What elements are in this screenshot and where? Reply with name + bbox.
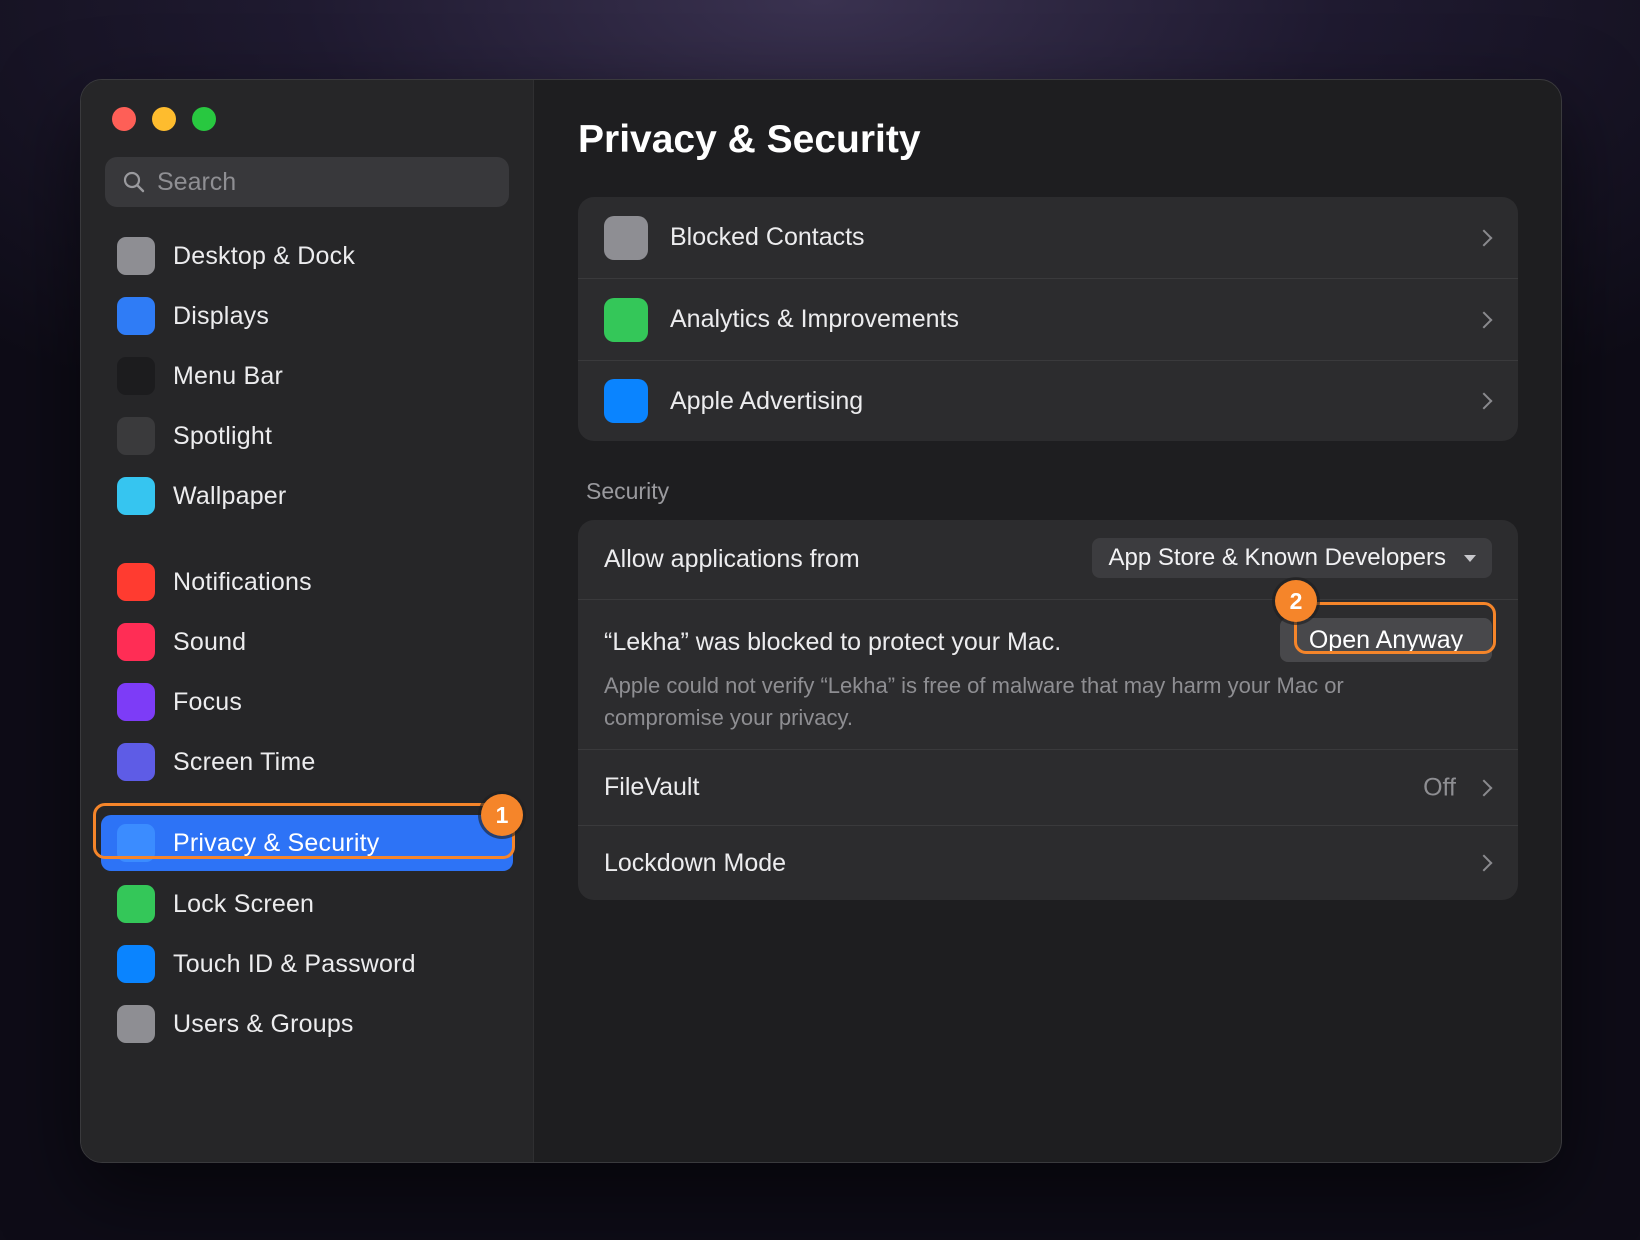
filevault-status: Off xyxy=(1423,773,1456,801)
open-anyway-button[interactable]: Open Anyway xyxy=(1280,618,1492,662)
privacy-security-icon xyxy=(117,824,155,862)
sidebar-item-menu-bar[interactable]: Menu Bar xyxy=(101,348,513,404)
sidebar-item-label: Sound xyxy=(173,627,247,656)
row-blocked-app: “Lekha” was blocked to protect your Mac.… xyxy=(578,580,1518,750)
sidebar-item-label: Spotlight xyxy=(173,421,273,450)
row-filevault[interactable]: FileVault Off xyxy=(578,750,1518,826)
sidebar-item-users-groups[interactable]: Users & Groups xyxy=(101,996,513,1052)
row-blocked-contacts[interactable]: Blocked Contacts xyxy=(578,197,1518,279)
sidebar-item-displays[interactable]: Displays xyxy=(101,288,513,344)
page-title: Privacy & Security xyxy=(578,118,921,161)
focus-icon xyxy=(117,683,155,721)
sidebar-item-label: Users & Groups xyxy=(173,1009,354,1038)
sidebar-item-focus[interactable]: Focus xyxy=(101,674,513,730)
sidebar-item-desktop-dock[interactable]: Desktop & Dock xyxy=(101,228,513,284)
row-label: Blocked Contacts xyxy=(670,223,865,251)
allow-applications-label: Allow applications from xyxy=(604,545,860,573)
sidebar-item-label: Notifications xyxy=(173,567,312,596)
allow-applications-popup[interactable]: App Store & Known Developers xyxy=(1092,538,1492,578)
sidebar-item-touch-id-password[interactable]: Touch ID & Password xyxy=(101,936,513,992)
blocked-app-description: Apple could not verify “Lekha” is free o… xyxy=(604,673,1344,730)
menu-bar-icon xyxy=(117,357,155,395)
lockdown-mode-label: Lockdown Mode xyxy=(604,848,787,877)
minimize-window-button[interactable] xyxy=(152,107,176,131)
popup-value: App Store & Known Developers xyxy=(1108,544,1446,571)
sidebar-item-label: Screen Time xyxy=(173,747,316,776)
chevron-right-icon xyxy=(1475,392,1493,410)
sidebar-item-label: Lock Screen xyxy=(173,889,315,918)
search-icon xyxy=(123,171,145,193)
desktop-dock-icon xyxy=(117,237,155,275)
sidebar-item-privacy-security[interactable]: Privacy & Security xyxy=(101,815,513,871)
search-placeholder: Search xyxy=(157,167,237,196)
sidebar-item-notifications[interactable]: Notifications xyxy=(101,554,513,610)
chevron-right-icon xyxy=(1475,779,1493,796)
sidebar-item-label: Touch ID & Password xyxy=(173,949,416,978)
row-lockdown-mode[interactable]: Lockdown Mode xyxy=(578,826,1518,900)
search-input[interactable]: Search xyxy=(105,157,509,207)
chevron-right-icon xyxy=(1475,854,1493,872)
users-groups-icon xyxy=(117,1005,155,1043)
chevron-right-icon xyxy=(1475,229,1493,246)
sidebar-item-label: Privacy & Security xyxy=(173,828,380,857)
zoom-window-button[interactable] xyxy=(192,107,216,131)
notifications-icon xyxy=(117,563,155,601)
spotlight-icon xyxy=(117,417,155,455)
row-analytics-improvements[interactable]: Analytics & Improvements xyxy=(578,279,1518,361)
sidebar-item-label: Wallpaper xyxy=(173,481,287,510)
sidebar-item-lock-screen[interactable]: Lock Screen xyxy=(101,876,513,932)
sidebar-item-sound[interactable]: Sound xyxy=(101,614,513,670)
blocked-contacts-icon xyxy=(604,215,648,260)
apple-advertising-icon xyxy=(604,379,648,423)
wallpaper-icon xyxy=(117,477,155,515)
security-card: Allow applications from App Store & Know… xyxy=(578,520,1518,900)
step-1-badge: 1 xyxy=(481,794,523,836)
sidebar-item-label: Menu Bar xyxy=(173,361,283,390)
row-label: Apple Advertising xyxy=(670,386,864,415)
row-label: Analytics & Improvements xyxy=(670,305,959,333)
sidebar-item-label: Displays xyxy=(173,301,270,330)
chevron-down-icon xyxy=(1464,555,1476,562)
screen-time-icon xyxy=(117,743,155,781)
analytics-icon xyxy=(604,297,648,342)
sidebar-item-wallpaper[interactable]: Wallpaper xyxy=(101,468,513,524)
filevault-label: FileVault xyxy=(604,773,700,801)
security-section-header: Security xyxy=(586,478,670,504)
sidebar: Search Desktop & Dock Displays Menu Bar … xyxy=(81,80,534,1162)
lock-screen-icon xyxy=(117,885,155,923)
displays-icon xyxy=(117,297,155,335)
sidebar-item-screen-time[interactable]: Screen Time xyxy=(101,734,513,790)
sound-icon xyxy=(117,623,155,661)
chevron-right-icon xyxy=(1475,311,1493,328)
privacy-card: Blocked Contacts Analytics & Improvement… xyxy=(578,197,1518,441)
touch-id-icon xyxy=(117,945,155,983)
main-pane: Privacy & Security Blocked Contacts Anal… xyxy=(534,80,1561,1162)
step-2-badge: 2 xyxy=(1275,580,1317,622)
sidebar-item-label: Focus xyxy=(173,687,243,716)
sidebar-item-spotlight[interactable]: Spotlight xyxy=(101,408,513,464)
close-window-button[interactable] xyxy=(112,107,136,131)
blocked-app-title: “Lekha” was blocked to protect your Mac. xyxy=(604,628,1062,656)
window-controls xyxy=(112,107,216,131)
settings-window: Search Desktop & Dock Displays Menu Bar … xyxy=(80,79,1562,1163)
row-apple-advertising[interactable]: Apple Advertising xyxy=(578,361,1518,441)
sidebar-item-label: Desktop & Dock xyxy=(173,241,356,270)
row-allow-applications: Allow applications from App Store & Know… xyxy=(578,520,1518,600)
